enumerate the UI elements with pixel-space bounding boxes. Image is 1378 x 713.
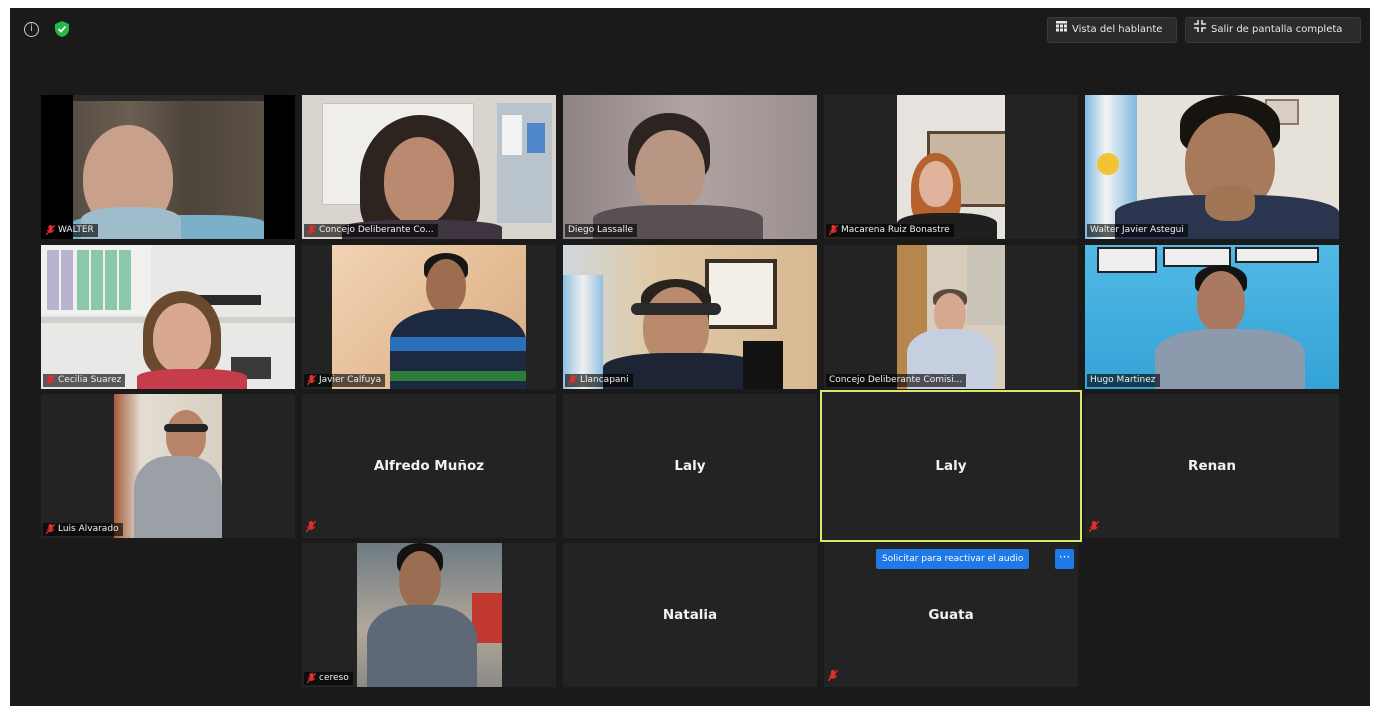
participant-tile-diego-lassalle[interactable]: Diego Lassalle <box>563 95 817 239</box>
participant-video <box>114 394 222 538</box>
participant-name-label: Llancapani <box>565 374 633 387</box>
participant-tile-concejo-deliberante-comision[interactable]: Concejo Deliberante Comisi... <box>824 245 1078 389</box>
participant-video <box>73 95 264 239</box>
active-speaker-border <box>820 390 1082 542</box>
more-options-button[interactable]: ··· <box>1055 549 1074 569</box>
participant-tile-alfredo-munoz[interactable]: Alfredo Muñoz <box>302 394 556 538</box>
participant-name-label: Concejo Deliberante Co... <box>304 224 438 237</box>
participant-tile-laly-active-speaker[interactable]: Laly <box>820 390 1082 542</box>
participant-name: Renan <box>1188 458 1236 474</box>
muted-mic-icon <box>568 375 577 386</box>
participant-name-label: Hugo Martinez <box>1087 374 1160 387</box>
participant-name-label: Concejo Deliberante Comisi... <box>826 374 967 387</box>
participant-tile-cecilia-suarez[interactable]: Cecilia Suarez <box>41 245 295 389</box>
participant-name: Laly <box>674 458 706 474</box>
participant-tile-macarena-ruiz-bonastre[interactable]: Macarena Ruiz Bonastre <box>824 95 1078 239</box>
participant-video <box>563 245 817 389</box>
participant-tile-concejo-deliberante[interactable]: Concejo Deliberante Co... <box>302 95 556 239</box>
exit-fullscreen-button[interactable]: Salir de pantalla completa <box>1185 17 1361 43</box>
exit-fullscreen-label: Salir de pantalla completa <box>1211 24 1343 35</box>
muted-mic-icon <box>828 670 838 682</box>
participant-tile-javier-calfuya[interactable]: Javier Calfuya <box>302 245 556 389</box>
participant-video <box>357 543 502 687</box>
participant-video <box>1085 95 1339 239</box>
exit-fullscreen-icon <box>1194 18 1206 42</box>
muted-mic-icon <box>1089 521 1099 533</box>
participant-tile-walter[interactable]: WALTER <box>41 95 295 239</box>
participant-name-label: Walter Javier Astegui <box>1087 224 1188 237</box>
participant-video <box>302 95 556 239</box>
info-icon[interactable]: i <box>24 22 39 37</box>
participant-name-label: Javier Calfuya <box>304 374 386 387</box>
participant-tile-luis-alvarado[interactable]: Luis Alvarado <box>41 394 295 538</box>
participant-video <box>332 245 526 389</box>
participant-name-label: cereso <box>304 672 353 685</box>
muted-mic-icon <box>46 524 55 535</box>
muted-mic-icon <box>46 225 55 236</box>
participant-video <box>897 245 1005 389</box>
participant-video <box>41 245 295 389</box>
participant-name-label: Diego Lassalle <box>565 224 638 237</box>
participant-video <box>1085 245 1339 389</box>
muted-mic-icon <box>307 225 316 236</box>
participant-tile-natalia[interactable]: Natalia <box>563 543 817 687</box>
request-unmute-button[interactable]: Solicitar para reactivar el audio <box>876 549 1030 569</box>
participant-tile-hugo-martinez[interactable]: Hugo Martinez <box>1085 245 1339 389</box>
participant-tile-walter-javier-astegui[interactable]: Walter Javier Astegui <box>1085 95 1339 239</box>
participant-video <box>563 95 817 239</box>
participant-name-label: WALTER <box>43 224 98 237</box>
zoom-meeting-window: i Vista del hablante Salir de pantalla c… <box>10 8 1370 706</box>
grid-icon <box>1056 18 1067 42</box>
muted-mic-icon <box>829 225 838 236</box>
participant-name: Natalia <box>662 607 718 623</box>
speaker-view-label: Vista del hablante <box>1072 24 1163 35</box>
shield-icon[interactable] <box>54 20 70 42</box>
participant-name: Alfredo Muñoz <box>373 458 485 474</box>
participant-tile-cereso[interactable]: cereso <box>302 543 556 687</box>
participant-name-label: Luis Alvarado <box>43 523 123 536</box>
participant-tile-llancapani[interactable]: Llancapani <box>563 245 817 389</box>
speaker-view-button[interactable]: Vista del hablante <box>1047 17 1177 43</box>
muted-mic-icon <box>306 521 316 533</box>
participant-name: Guata <box>928 607 974 623</box>
participant-tile-renan[interactable]: Renan <box>1085 394 1339 538</box>
muted-mic-icon <box>307 375 316 386</box>
participant-name-label: Cecilia Suarez <box>43 374 126 387</box>
participant-video <box>897 95 1005 239</box>
muted-mic-icon <box>46 375 55 386</box>
muted-mic-icon <box>307 673 316 684</box>
participant-tile-laly[interactable]: Laly <box>563 394 817 538</box>
participant-name-label: Macarena Ruiz Bonastre <box>826 224 954 237</box>
